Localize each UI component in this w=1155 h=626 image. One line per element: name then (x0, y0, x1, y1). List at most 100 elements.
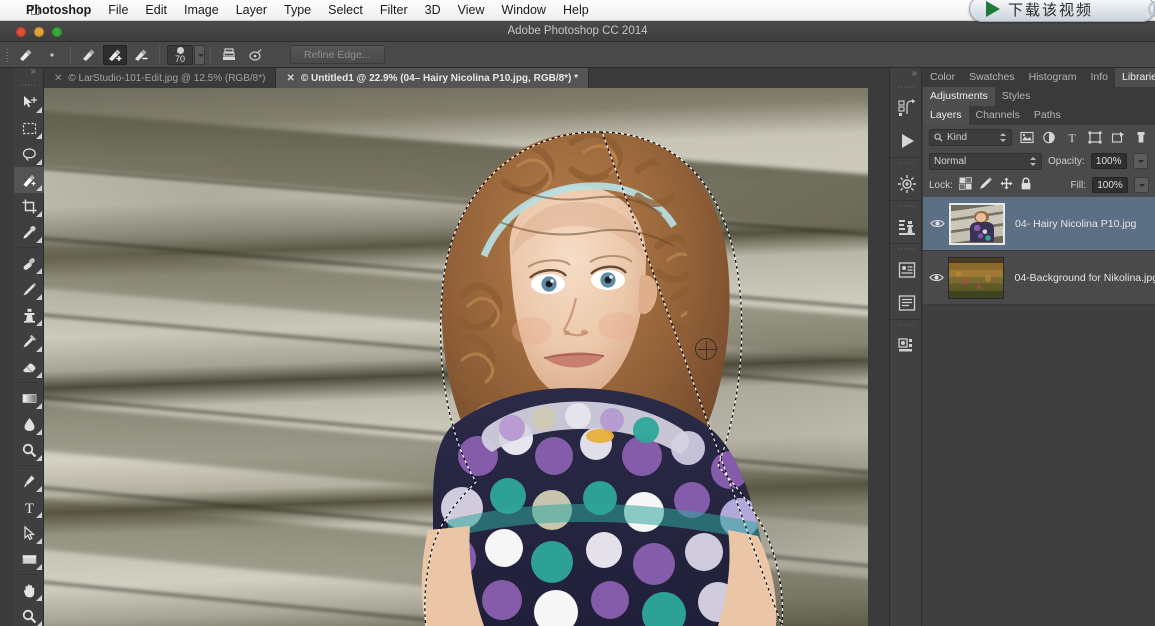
lock-image-pixels-icon[interactable] (979, 177, 993, 193)
apple-logo-icon[interactable]:  (30, 3, 41, 18)
eye-icon[interactable] (925, 218, 949, 229)
sample-all-layers-icon[interactable] (217, 45, 241, 65)
history-brush-tool[interactable] (14, 328, 44, 354)
filter-type-layers-icon[interactable]: T (1064, 129, 1081, 146)
history-panel-icon[interactable] (890, 91, 923, 124)
rectangle-shape-tool[interactable] (14, 546, 44, 572)
tab-color[interactable]: Color (923, 68, 962, 87)
gradient-tool[interactable] (14, 385, 44, 411)
layer-filter-kind-select[interactable]: Kind (929, 128, 1013, 146)
move-tool[interactable] (14, 89, 44, 115)
menu-item-3d[interactable]: 3D (425, 0, 441, 21)
hand-tool[interactable] (14, 577, 44, 603)
tool-preset-picker[interactable] (14, 45, 38, 65)
quick-selection-tool[interactable] (14, 167, 44, 193)
fill-value[interactable]: 100% (1092, 177, 1128, 193)
blend-mode-select[interactable]: Normal (929, 152, 1042, 170)
auto-enhance-icon[interactable] (243, 45, 267, 65)
filter-shape-layers-icon[interactable] (1087, 129, 1104, 146)
tab-paths[interactable]: Paths (1027, 106, 1068, 125)
menu-item-view[interactable]: View (458, 0, 485, 21)
toolbar-grip[interactable] (14, 81, 43, 89)
layer-row-hairy-nicolina[interactable]: 04- Hairy Nicolina P10.jpg (923, 197, 1155, 251)
eyedropper-tool[interactable] (14, 219, 44, 245)
properties-panel-icon[interactable] (890, 329, 923, 362)
filter-pixel-layers-icon[interactable] (1018, 129, 1035, 146)
eye-icon[interactable] (925, 272, 948, 283)
rail-grip-2[interactable] (890, 158, 921, 167)
tab-styles[interactable]: Styles (995, 87, 1038, 106)
rail-grip-4[interactable] (890, 244, 921, 253)
rail-grip-1[interactable] (890, 82, 921, 91)
actions-play-icon[interactable] (890, 124, 923, 157)
menu-item-file[interactable]: File (108, 0, 128, 21)
opacity-slider-arrow[interactable] (1132, 153, 1148, 169)
tab-swatches[interactable]: Swatches (962, 68, 1022, 87)
adjustments-panel-icon[interactable] (890, 167, 923, 200)
menu-item-layer[interactable]: Layer (236, 0, 267, 21)
dodge-tool[interactable] (14, 437, 44, 463)
spot-healing-brush-tool[interactable] (14, 250, 44, 276)
blur-tool[interactable] (14, 411, 44, 437)
lasso-tool[interactable] (14, 141, 44, 167)
toolbar-collapse-button[interactable] (14, 66, 43, 81)
filter-adjustment-layers-icon[interactable] (1041, 129, 1058, 146)
lock-all-icon[interactable] (1020, 177, 1032, 193)
tab-adjustments[interactable]: Adjustments (923, 87, 995, 106)
new-selection-mode-button[interactable] (77, 45, 101, 65)
menu-item-select[interactable]: Select (328, 0, 363, 21)
add-to-selection-mode-button[interactable] (103, 44, 127, 65)
filter-smart-object-icon[interactable] (1109, 129, 1126, 146)
chevron-down-icon[interactable] (998, 131, 1007, 144)
rail-grip-3[interactable] (890, 201, 921, 210)
rail-grip-5[interactable] (890, 320, 921, 329)
layer-name[interactable]: 04- Hairy Nicolina P10.jpg (1015, 218, 1136, 230)
menu-item-filter[interactable]: Filter (380, 0, 408, 21)
menu-item-help[interactable]: Help (563, 0, 589, 21)
tool-preset-dropdown[interactable] (40, 45, 64, 65)
menu-item-edit[interactable]: Edit (145, 0, 167, 21)
chevron-down-icon[interactable] (1028, 155, 1037, 168)
tab-layers[interactable]: Layers (923, 106, 969, 125)
pen-tool[interactable] (14, 468, 44, 494)
rail-collapse-button[interactable] (890, 68, 921, 82)
character-panel-icon[interactable] (890, 253, 923, 286)
menu-item-type[interactable]: Type (284, 0, 311, 21)
download-video-watermark-button[interactable]: 下载该视频 (969, 0, 1155, 22)
crop-tool[interactable] (14, 193, 44, 219)
brush-size-indicator[interactable]: 70 (167, 44, 193, 65)
subtract-from-selection-mode-button[interactable] (129, 45, 153, 65)
layer-row-background-nikolina[interactable]: 04-Background for Nikolina.jpg (923, 251, 1155, 305)
tab-histogram[interactable]: Histogram (1022, 68, 1084, 87)
menu-item-image[interactable]: Image (184, 0, 219, 21)
paragraph-panel-icon[interactable] (890, 286, 923, 319)
close-icon[interactable]: ✕ (286, 73, 294, 84)
layer-thumbnail-girl[interactable] (949, 202, 1005, 245)
rectangular-marquee-tool[interactable] (14, 115, 44, 141)
clone-source-panel-icon[interactable] (890, 210, 923, 243)
lock-transparent-pixels-icon[interactable] (959, 177, 972, 193)
zoom-tool[interactable] (14, 603, 44, 626)
filter-toggle-icon[interactable] (1132, 129, 1149, 146)
opacity-value[interactable]: 100% (1090, 153, 1127, 169)
layer-name[interactable]: 04-Background for Nikolina.jpg (1014, 272, 1155, 284)
tab-libraries[interactable]: Libraries (1115, 68, 1155, 87)
tab-channels[interactable]: Channels (969, 106, 1027, 125)
brush-tool[interactable] (14, 276, 44, 302)
lock-position-icon[interactable] (1000, 177, 1013, 193)
brush-options-dropdown[interactable] (194, 44, 205, 65)
tab-info[interactable]: Info (1083, 68, 1115, 87)
fill-slider-arrow[interactable] (1134, 177, 1149, 193)
refine-edge-button[interactable]: Refine Edge... (290, 45, 385, 64)
menu-item-window[interactable]: Window (502, 0, 546, 21)
document-tab-untitled1[interactable]: ✕ © Untitled1 @ 22.9% (04– Hairy Nicolin… (276, 68, 590, 88)
clone-stamp-tool[interactable] (14, 302, 44, 328)
options-bar-grip[interactable] (3, 46, 13, 64)
eraser-tool[interactable] (14, 354, 44, 380)
image-canvas[interactable] (44, 88, 868, 626)
layer-thumbnail-field[interactable] (948, 256, 1005, 299)
close-icon[interactable]: ✕ (54, 73, 62, 84)
type-tool[interactable]: T (14, 494, 44, 520)
path-selection-tool[interactable] (14, 520, 44, 546)
document-tab-larstudio[interactable]: ✕ © LarStudio-101-Edit.jpg @ 12.5% (RGB/… (44, 68, 277, 88)
